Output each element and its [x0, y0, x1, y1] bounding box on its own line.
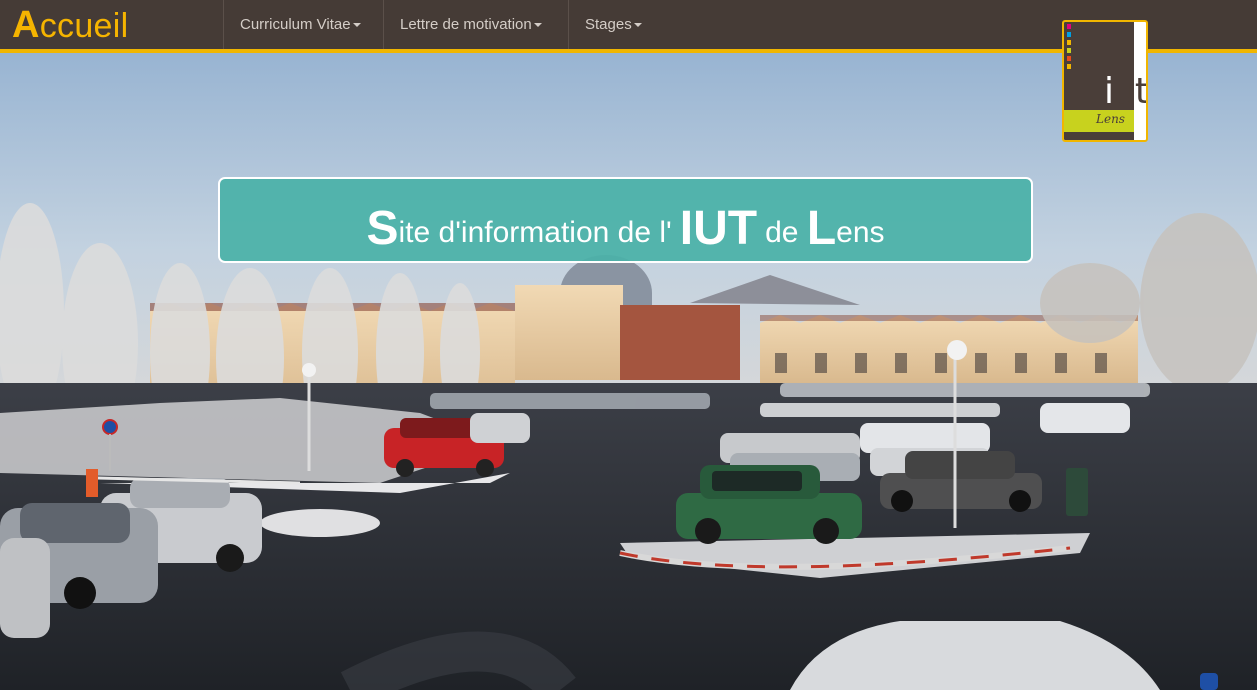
logo-color-dots: [1067, 24, 1071, 72]
title-part2: de: [765, 216, 799, 249]
title-part3: ens: [836, 216, 885, 249]
page: Accueil Curriculum Vitae Lettre de motiv…: [0, 0, 1257, 690]
caret-down-icon: [533, 23, 542, 28]
campus-parking-illustration: [0, 53, 1257, 690]
nav-dropdown-curriculum-vitae[interactable]: Curriculum Vitae: [240, 0, 361, 49]
title-part1: ite d'information de l': [398, 216, 672, 249]
logo-iut-text: iut: [1104, 71, 1148, 112]
iut-lens-logo[interactable]: iut Lens: [1062, 20, 1148, 142]
brand-text: ccueil: [39, 7, 129, 45]
nav-dropdown-lettre-de-motivation[interactable]: Lettre de motivation: [400, 0, 542, 49]
nav-divider: [223, 0, 224, 49]
nav-dropdown-stages[interactable]: Stages: [585, 0, 642, 49]
nav-label: Stages: [585, 16, 632, 33]
nav-divider: [383, 0, 384, 49]
title-initial-s: S: [366, 202, 399, 255]
hero-campus-photo: [0, 53, 1257, 690]
nav-divider: [568, 0, 569, 49]
caret-down-icon: [352, 23, 361, 28]
nav-label: Lettre de motivation: [400, 16, 532, 33]
brand-initial: A: [12, 4, 40, 46]
logo-lens-text: Lens: [1096, 112, 1125, 126]
nav-label: Curriculum Vitae: [240, 16, 351, 33]
brand-home-link[interactable]: Accueil: [12, 4, 128, 46]
title-iut: IUT: [679, 202, 758, 255]
caret-down-icon: [633, 23, 642, 28]
title-initial-l: L: [806, 202, 837, 255]
site-title-banner: Site d'information de l' IUT de Lens: [218, 177, 1033, 263]
site-title: Site d'information de l' IUT de Lens: [220, 201, 1031, 256]
